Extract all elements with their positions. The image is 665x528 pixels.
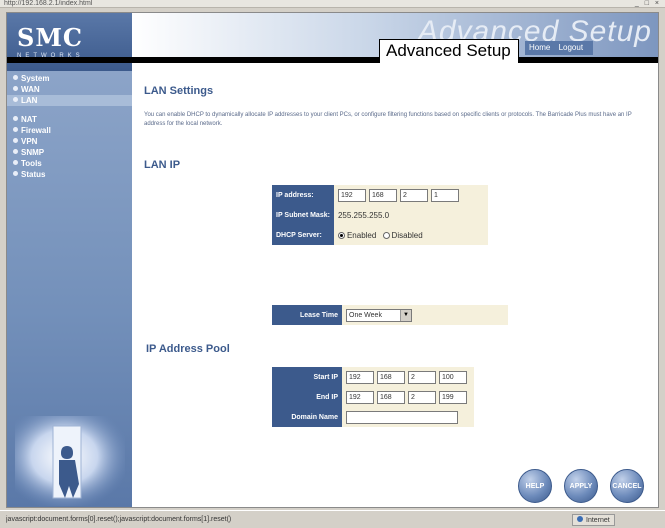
sidebar-item-label: LAN: [21, 96, 38, 105]
sidebar-item-label: Firewall: [21, 126, 51, 135]
sidebar-item-label: NAT: [21, 115, 37, 124]
sidebar-item-label: System: [21, 74, 50, 83]
bullet-icon: [13, 97, 18, 102]
setup-tab: Advanced Setup: [379, 39, 519, 63]
dhcp-server-cell: Enabled Disabled: [333, 225, 488, 245]
smc-logo: SMC: [17, 23, 83, 52]
domain-name-cell: [342, 407, 474, 427]
page-heading: Advanced Setup: [386, 41, 511, 60]
end-ip-label: End IP: [272, 387, 342, 407]
start-ip-label: Start IP: [272, 367, 342, 387]
header-divider: [7, 57, 658, 63]
bullet-icon: [13, 149, 18, 154]
start-ip-octet-3[interactable]: 2: [408, 370, 436, 384]
bullet-icon: [13, 160, 18, 165]
window-controls[interactable]: _ □ ×: [635, 0, 661, 7]
ip-octet-1[interactable]: 192: [337, 188, 366, 202]
bullet-icon: [13, 116, 18, 121]
lan-ip-table: IP address: 192 168 2 1 IP Subnet Mask: 255…: [272, 185, 488, 245]
sidebar-item-snmp[interactable]: SNMP: [7, 147, 132, 158]
sidebar-item-label: SNMP: [21, 148, 45, 157]
lease-time-label: Lease Time: [272, 305, 342, 325]
globe-icon: [577, 516, 583, 522]
sidebar-item-firewall[interactable]: Firewall: [7, 125, 132, 136]
sidebar-item-lan[interactable]: LAN: [7, 95, 132, 106]
lease-time-table: Lease Time One Week ▼: [272, 305, 508, 325]
main-content: LAN Settings You can enable DHCP to dyna…: [132, 71, 658, 507]
chevron-down-icon[interactable]: ▼: [400, 309, 411, 321]
sidebar-item-wan[interactable]: WAN: [7, 84, 132, 95]
domain-name-label: Domain Name: [272, 407, 342, 427]
sidebar-item-vpn[interactable]: VPN: [7, 136, 132, 147]
page-header: SMC NETWORKS Advanced Setup Advanced Set…: [7, 13, 658, 71]
apply-button[interactable]: APPLY: [564, 469, 598, 503]
end-ip-octet-4[interactable]: 199: [439, 390, 467, 404]
browser-statusbar: javascript:document.forms[0].reset();jav…: [0, 510, 665, 528]
security-zone: Internet: [572, 514, 615, 526]
address-text: http://192.168.2.1/index.html: [4, 0, 93, 7]
ip-address-label: IP address:: [272, 185, 334, 205]
sidebar-item-system[interactable]: System: [7, 73, 132, 84]
end-ip-octet-2[interactable]: 168: [377, 390, 405, 404]
dhcp-disabled-radio[interactable]: [382, 231, 390, 239]
section-title-lan-ip: LAN IP: [144, 159, 181, 171]
end-ip-octet-1[interactable]: 192: [346, 390, 374, 404]
ip-pool-table: Start IP 192 168 2 100 End IP 192 168 2 199 Do…: [272, 367, 474, 427]
subnet-mask-value: 255.255.255.0: [333, 205, 488, 225]
doorway-illustration: [15, 416, 125, 506]
zone-label: Internet: [586, 517, 610, 524]
end-ip-cell: 192 168 2 199: [342, 387, 474, 407]
start-ip-octet-4[interactable]: 100: [439, 370, 467, 384]
section-title-lan-settings: LAN Settings: [144, 85, 214, 97]
sidebar-item-status[interactable]: Status: [7, 169, 132, 180]
start-ip-octet-2[interactable]: 168: [377, 370, 405, 384]
dhcp-enabled-label: Enabled: [346, 230, 377, 240]
ip-address-cell: 192 168 2 1: [333, 185, 488, 205]
browser-viewport: SMC NETWORKS Advanced Setup Advanced Set…: [6, 12, 659, 508]
dhcp-disabled-label: Disabled: [391, 230, 423, 240]
menu-spacer: [7, 106, 132, 114]
browser-titlebar: http://192.168.2.1/index.html _ □ ×: [0, 0, 665, 8]
domain-name-input[interactable]: [346, 410, 458, 424]
dhcp-enabled-radio[interactable]: [337, 231, 345, 239]
dhcp-server-label: DHCP Server:: [272, 225, 334, 245]
sidebar-item-tools[interactable]: Tools: [7, 158, 132, 169]
cancel-button[interactable]: CANCEL: [610, 469, 644, 503]
subnet-mask-label: IP Subnet Mask:: [272, 205, 334, 225]
sidebar-item-label: Tools: [21, 159, 42, 168]
lease-time-cell: One Week ▼: [342, 305, 508, 325]
sidebar: System WAN LAN NAT Firewall VPN SNMP Too…: [7, 71, 132, 507]
ip-octet-3[interactable]: 2: [399, 188, 428, 202]
sidebar-item-label: VPN: [21, 137, 38, 146]
ip-octet-4[interactable]: 1: [430, 188, 459, 202]
start-ip-octet-1[interactable]: 192: [346, 370, 374, 384]
section-title-ip-pool: IP Address Pool: [146, 343, 230, 355]
sidebar-item-label: WAN: [21, 85, 40, 94]
end-ip-octet-3[interactable]: 2: [408, 390, 436, 404]
bullet-icon: [13, 75, 18, 80]
description-text: You can enable DHCP to dynamically alloc…: [144, 112, 632, 127]
bullet-icon: [13, 127, 18, 132]
ip-octet-2[interactable]: 168: [368, 188, 397, 202]
help-button[interactable]: HELP: [518, 469, 552, 503]
logout-link[interactable]: Logout: [559, 43, 583, 52]
sidebar-item-nat[interactable]: NAT: [7, 114, 132, 125]
status-url: javascript:document.forms[0].reset();jav…: [6, 516, 232, 523]
bullet-icon: [13, 171, 18, 176]
bullet-icon: [13, 138, 18, 143]
start-ip-cell: 192 168 2 100: [342, 367, 474, 387]
sidebar-item-label: Status: [21, 170, 46, 179]
home-link[interactable]: Home: [529, 43, 550, 52]
header-nav: Home Logout: [525, 41, 594, 55]
lease-time-value: One Week: [349, 311, 382, 319]
bullet-icon: [13, 86, 18, 91]
sidebar-menu: System WAN LAN NAT Firewall VPN SNMP Too…: [7, 73, 132, 180]
lease-time-select[interactable]: One Week ▼: [346, 308, 412, 322]
